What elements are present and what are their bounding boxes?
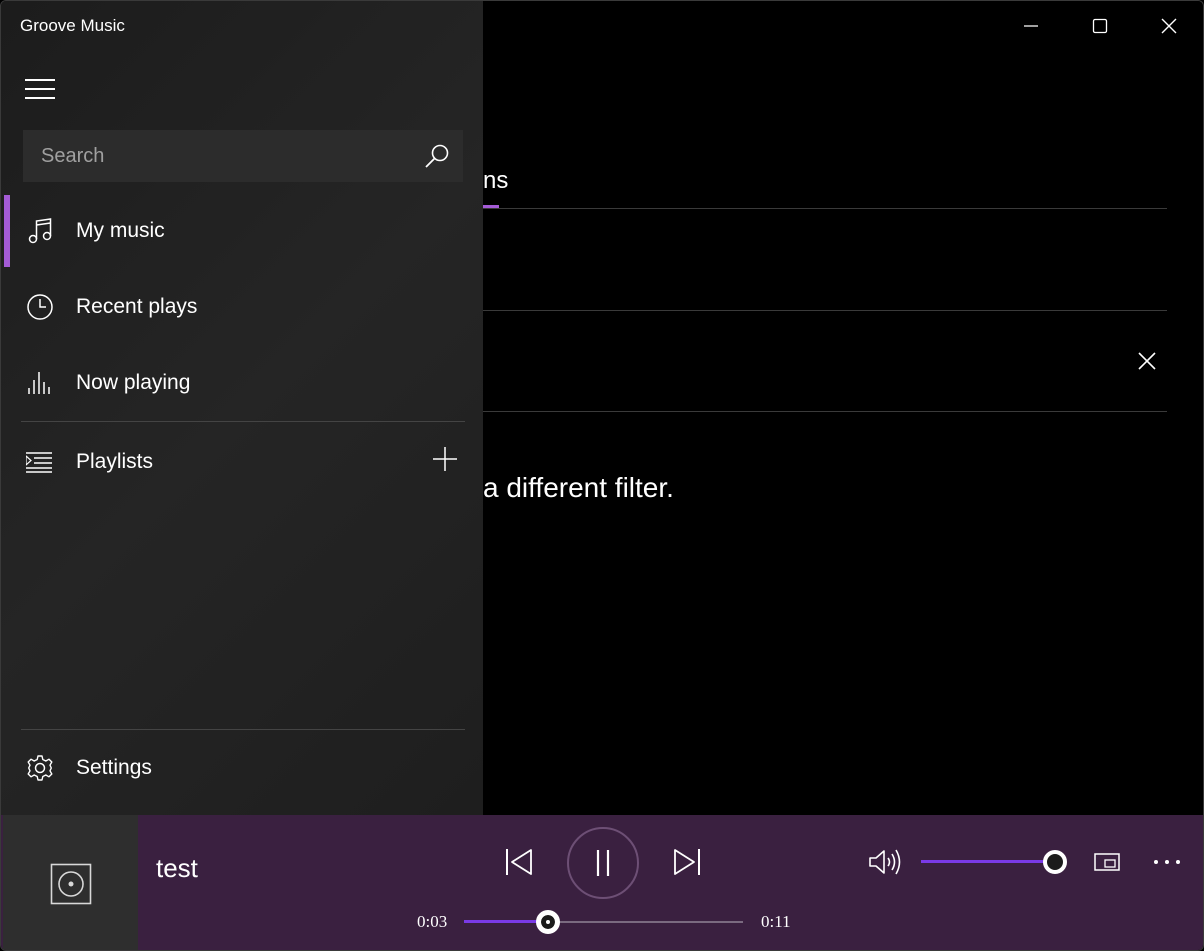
current-time: 0:03 [417,912,448,931]
nav-divider [21,729,465,730]
gear-icon [27,755,53,781]
close-button[interactable] [1134,1,1203,51]
hamburger-icon-line [25,97,55,99]
maximize-icon [1092,18,1107,34]
nav-item-settings[interactable]: Settings [4,732,480,804]
seek-slider[interactable] [464,910,743,934]
nav-item-label: Now playing [76,371,191,394]
filter-divider-bottom [483,411,1167,412]
close-icon [1161,18,1176,34]
equalizer-icon [28,372,50,394]
add-playlist-button[interactable] [429,443,461,475]
next-track-icon [674,849,700,875]
player-bar: test 0:03 0:11 [1,815,1203,950]
close-icon [1138,352,1156,370]
nav-item-label: My music [76,219,165,242]
navigation-pane: Groove Music Search My music Recent play… [1,1,483,815]
album-placeholder-icon [50,863,91,904]
nav-item-label: Recent plays [76,295,198,318]
volume-slider-fill [921,860,1055,863]
app-window: ns a different filter. Groove Music Sear… [0,0,1204,951]
volume-icon [869,849,901,875]
search-input[interactable]: Search [41,145,411,168]
nav-item-playlists[interactable]: Playlists [4,426,480,498]
previous-button[interactable] [499,842,539,882]
nav-item-label: Playlists [76,450,154,473]
volume-button[interactable] [867,845,903,879]
nav-divider [21,421,465,422]
minimize-icon [1023,25,1038,27]
mini-player-button[interactable] [1093,851,1121,873]
hamburger-menu-button[interactable] [23,75,57,103]
search-button[interactable] [411,130,463,182]
main-content: ns a different filter. [483,1,1203,815]
search-box[interactable]: Search [23,130,463,182]
tabs-divider [483,208,1167,209]
clock-icon [27,294,53,320]
total-time: 0:11 [761,912,791,931]
play-pause-button[interactable] [567,827,639,899]
next-button[interactable] [667,842,707,882]
album-art[interactable] [3,815,138,950]
nav-item-now-playing[interactable]: Now playing [4,347,480,419]
track-title[interactable]: test [156,853,198,884]
music-note-icon [28,218,52,244]
volume-slider[interactable] [921,850,1067,874]
search-icon [425,144,449,168]
plus-icon [433,447,457,471]
mini-player-icon [1094,853,1120,871]
filter-divider-top [483,310,1167,311]
minimize-button[interactable] [996,1,1065,51]
nav-item-label: Settings [76,756,152,779]
clear-filter-button[interactable] [1135,349,1159,373]
seek-slider-thumb[interactable] [535,910,560,934]
app-title: Groove Music [20,16,125,35]
maximize-button[interactable] [1065,1,1134,51]
nav-item-recent-plays[interactable]: Recent plays [4,271,480,343]
tab-albums-partial[interactable]: ns [483,167,508,195]
pause-icon [596,850,610,876]
volume-slider-thumb[interactable] [1043,850,1067,874]
more-options-icon [1154,860,1180,864]
more-options-button[interactable] [1151,851,1183,873]
hamburger-icon-line [25,88,55,90]
previous-track-icon [506,849,532,875]
playlist-icon [26,452,52,473]
empty-state-message: a different filter. [483,472,674,503]
nav-item-my-music[interactable]: My music [4,195,480,267]
hamburger-icon [25,79,55,81]
window-controls [996,1,1203,51]
